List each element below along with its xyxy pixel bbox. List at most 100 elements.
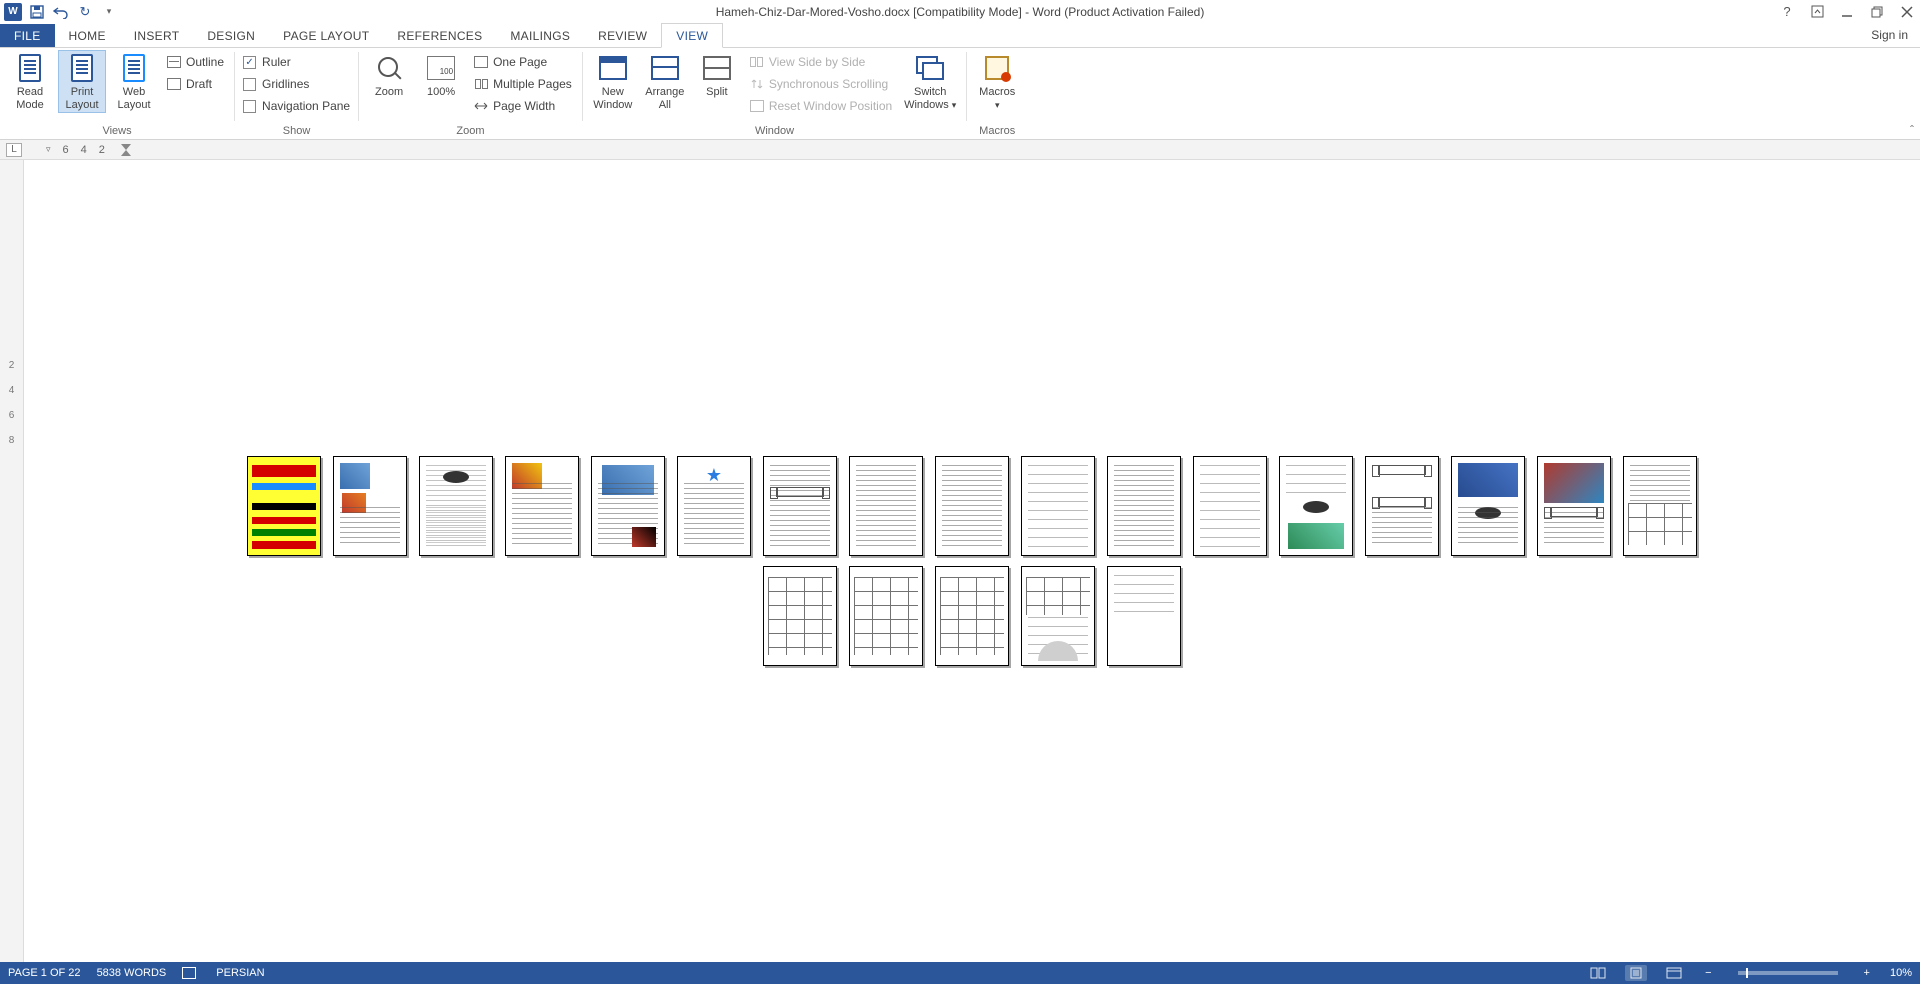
document-canvas[interactable]: 2 4 6 8 ★ [0,160,1920,962]
tab-stop-selector[interactable]: L [6,143,22,157]
qat-customize-icon[interactable]: ▾ [100,3,118,21]
page-thumbnail-15[interactable] [1451,456,1525,556]
outline-icon [166,54,182,70]
new-window-button[interactable]: New Window [589,50,637,112]
draft-button[interactable]: Draft [162,74,228,94]
split-button[interactable]: Split [693,50,741,99]
word-app-icon: W [4,3,22,21]
zoom-in-icon[interactable]: + [1860,967,1874,979]
page-thumbnail-6[interactable]: ★ [677,456,751,556]
zoom-slider[interactable] [1738,971,1838,975]
page-thumbnail-3[interactable] [419,456,493,556]
quick-access-toolbar: W ↻ ▾ [0,3,118,21]
tab-review[interactable]: REVIEW [584,24,661,47]
one-page-button[interactable]: One Page [469,52,576,72]
page-thumbnail-1[interactable] [247,456,321,556]
page-thumbnail-18[interactable] [763,566,837,666]
indent-markers-icon[interactable] [121,144,131,156]
page-thumbnail-9[interactable] [935,456,1009,556]
checkbox-icon [243,100,256,113]
page-thumbnail-13[interactable] [1279,456,1353,556]
status-bar: PAGE 1 OF 22 5838 WORDS PERSIAN − + 10% [0,962,1920,984]
multiple-pages-icon [473,76,489,92]
vertical-ruler[interactable]: 2 4 6 8 [0,160,24,962]
group-macros: Macros▾ Macros [967,48,1027,139]
new-window-icon [597,52,629,84]
page-row-1: ★ [247,456,1697,556]
arrange-all-button[interactable]: Arrange All [641,50,689,112]
ribbon-display-options-icon[interactable] [1808,3,1826,21]
redo-icon[interactable]: ↻ [76,3,94,21]
page-thumbnail-2[interactable] [333,456,407,556]
page-thumbnail-12[interactable] [1193,456,1267,556]
tab-view[interactable]: VIEW [661,23,723,48]
navigation-pane-checkbox[interactable]: Navigation Pane [241,96,352,116]
page-thumbnail-7[interactable] [763,456,837,556]
collapse-ribbon-icon[interactable]: ˆ [1910,123,1914,137]
print-layout-view-icon[interactable] [1625,965,1647,981]
web-layout-view-icon[interactable] [1663,965,1685,981]
gridlines-checkbox[interactable]: Gridlines [241,74,352,94]
page-thumbnail-5[interactable] [591,456,665,556]
zoom-100-label: 100% [427,86,455,99]
page-thumbnail-4[interactable] [505,456,579,556]
save-icon[interactable] [28,3,46,21]
arrange-all-label: Arrange All [645,86,684,112]
tab-page-layout[interactable]: PAGE LAYOUT [269,24,383,47]
reset-window-position-label: Reset Window Position [769,99,892,113]
page-width-icon [473,98,489,114]
tab-design[interactable]: DESIGN [193,24,269,47]
restore-icon[interactable] [1868,3,1886,21]
read-mode-button[interactable]: Read Mode [6,50,54,112]
tab-insert[interactable]: INSERT [120,24,194,47]
zoom-level[interactable]: 10% [1890,967,1912,979]
outline-button[interactable]: Outline [162,52,228,72]
macros-button[interactable]: Macros▾ [973,50,1021,112]
web-layout-button[interactable]: Web Layout [110,50,158,112]
undo-icon[interactable] [52,3,70,21]
zoom-out-icon[interactable]: − [1701,967,1715,979]
help-icon[interactable]: ? [1778,3,1796,21]
tab-home[interactable]: HOME [55,24,120,47]
sign-in-link[interactable]: Sign in [1859,23,1920,47]
reset-window-position-button: Reset Window Position [745,96,896,116]
status-page[interactable]: PAGE 1 OF 22 [8,967,81,979]
page-thumbnail-16[interactable] [1537,456,1611,556]
zoom-100-button[interactable]: 100 100% [417,50,465,99]
tab-references[interactable]: REFERENCES [383,24,496,47]
web-layout-icon [118,52,150,84]
minimize-icon[interactable] [1838,3,1856,21]
checkbox-icon: ✓ [243,56,256,69]
status-words[interactable]: 5838 WORDS [97,967,167,979]
read-mode-view-icon[interactable] [1587,965,1609,981]
page-thumbnail-11[interactable] [1107,456,1181,556]
tab-file[interactable]: FILE [0,24,55,47]
page-thumbnail-20[interactable] [935,566,1009,666]
page-thumbnail-8[interactable] [849,456,923,556]
close-icon[interactable] [1898,3,1916,21]
zoom-button[interactable]: Zoom [365,50,413,99]
draft-icon [166,76,182,92]
ruler-num: 6 [63,144,69,156]
ruler-num: 4 [81,144,87,156]
tab-mailings[interactable]: MAILINGS [496,24,584,47]
multiple-pages-button[interactable]: Multiple Pages [469,74,576,94]
page-thumbnail-19[interactable] [849,566,923,666]
page-width-button[interactable]: Page Width [469,96,576,116]
page-thumbnail-17[interactable] [1623,456,1697,556]
status-language[interactable]: PERSIAN [216,967,264,979]
horizontal-ruler[interactable]: L ▿ 6 4 2 [0,140,1920,160]
switch-windows-icon [914,52,946,84]
page-thumbnail-10[interactable] [1021,456,1095,556]
switch-windows-button[interactable]: Switch Windows ▾ [900,50,960,112]
page-thumbnail-14[interactable] [1365,456,1439,556]
page-thumbnail-22[interactable] [1107,566,1181,666]
pages-area: ★ [24,160,1920,962]
group-show: ✓ Ruler Gridlines Navigation Pane Show [235,48,358,139]
print-layout-button[interactable]: Print Layout [58,50,106,113]
print-layout-icon [66,52,98,84]
ruler-checkbox[interactable]: ✓ Ruler [241,52,352,72]
page-thumbnail-21[interactable] [1021,566,1095,666]
group-macros-label: Macros [973,124,1021,139]
status-proofing-icon[interactable] [182,967,200,979]
